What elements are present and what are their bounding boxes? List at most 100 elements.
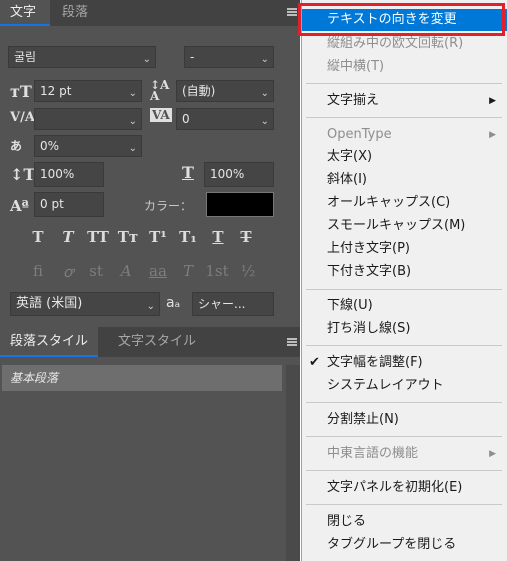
tracking-field[interactable]: 0 ⌄ (176, 108, 274, 130)
ordinals-icon: 1st (205, 262, 229, 280)
small-caps-icon[interactable]: Tт (116, 228, 140, 246)
menu-item-superscript[interactable]: 上付き文字(P) (302, 238, 507, 260)
titling-icon: T (182, 262, 193, 280)
underline-icon[interactable]: T (208, 228, 228, 246)
menu-separator (306, 345, 502, 346)
menu-item-fractional-widths[interactable]: ✔ 文字幅を調整(F) (302, 352, 507, 374)
tab-character[interactable]: 文字 (0, 0, 50, 26)
context-menu: テキストの向きを変更 縦組み中の欧文回転(R) 縦中横(T) 文字揃え ▶ Ope… (301, 0, 507, 561)
menu-item-alignment[interactable]: 文字揃え ▶ (302, 90, 507, 112)
menu-item-underline[interactable]: 下線(U) (302, 295, 507, 317)
font-size-value: 12 pt (40, 84, 72, 98)
styles-menu-icon[interactable] (287, 338, 297, 346)
chevron-down-icon: ⌄ (260, 116, 269, 127)
font-style-select[interactable]: - ⌄ (184, 46, 274, 68)
leading-field[interactable]: (自動) ⌄ (176, 80, 274, 102)
menu-item-label: システムレイアウト (327, 378, 444, 393)
menu-item-small-caps[interactable]: スモールキャップス(M) (302, 215, 507, 237)
menu-separator (306, 504, 502, 505)
chevron-down-icon: ⌄ (260, 54, 269, 65)
vertical-scale-icon: ↕T (10, 165, 36, 184)
color-label: カラー： (144, 199, 193, 213)
tsume-field[interactable]: 0% ⌄ (34, 135, 142, 157)
color-swatch[interactable] (206, 192, 274, 217)
stylistic-alternates-icon: aa (149, 262, 167, 280)
menu-item-close-tab-group[interactable]: タブグループを閉じる (302, 534, 507, 556)
menu-item-reset-character[interactable]: 文字パネルを初期化(E) (302, 477, 507, 499)
strikethrough-icon[interactable]: T (236, 228, 256, 246)
menu-item-tate-chu-yoko: 縦中横(T) (302, 56, 507, 78)
submenu-arrow-icon: ▶ (489, 96, 496, 106)
tab-paragraph[interactable]: 段落 (52, 0, 98, 26)
kerning-icon: V/A (10, 110, 35, 125)
chevron-down-icon: ⌄ (142, 54, 151, 65)
tracking-icon: VA (150, 108, 172, 122)
menu-item-rotate-roman: 縦組み中の欧文回転(R) (302, 33, 507, 55)
vertical-scale-value: 100% (40, 167, 75, 181)
vertical-scale-field[interactable]: 100% (34, 162, 104, 187)
paragraph-style-list: 基本段落 (0, 357, 300, 561)
font-style-value: - (190, 50, 195, 64)
ligature-icon: fi (32, 262, 43, 280)
horizontal-scale-value: 100% (210, 167, 245, 181)
menu-separator (306, 436, 502, 437)
list-item[interactable]: 基本段落 (2, 365, 282, 391)
faux-italic-icon[interactable]: T (58, 228, 78, 246)
subscript-icon[interactable]: T₁ (178, 228, 198, 246)
all-caps-icon[interactable]: TT (84, 228, 112, 246)
baseline-shift-value: 0 pt (40, 197, 64, 211)
menu-item-label: タブグループを閉じる (327, 537, 457, 552)
menu-item-opentype: OpenType ▶ (302, 124, 507, 146)
checkmark-icon: ✔ (309, 355, 320, 370)
language-select[interactable]: 英語 (米国) ⌄ (10, 292, 160, 316)
menu-item-close[interactable]: 閉じる (302, 511, 507, 533)
menu-item-system-layout[interactable]: システムレイアウト (302, 375, 507, 397)
menu-item-change-text-orientation[interactable]: テキストの向きを変更 (302, 9, 507, 31)
panel-tabbar: 文字 段落 (0, 0, 300, 26)
menu-item-label: スモールキャップス(M) (327, 218, 466, 233)
menu-item-label: 斜体(I) (327, 172, 367, 187)
tab-character-styles[interactable]: 文字スタイル (108, 327, 206, 357)
menu-item-label: 文字幅を調整(F) (327, 355, 423, 370)
menu-item-no-break[interactable]: 分割禁止(N) (302, 409, 507, 431)
horizontal-scale-field[interactable]: 100% (204, 162, 274, 187)
scrollbar[interactable] (286, 365, 300, 561)
panel-menu-icon[interactable] (287, 8, 297, 16)
leading-value: (自動) (182, 84, 216, 98)
menu-item-label: 縦中横(T) (327, 59, 385, 74)
menu-item-label: 下線(U) (327, 298, 373, 313)
tracking-value: 0 (182, 112, 190, 126)
faux-bold-icon[interactable]: T (28, 228, 48, 246)
kerning-field[interactable]: ⌄ (34, 108, 142, 130)
menu-item-label: OpenType (327, 127, 392, 142)
menu-item-all-caps[interactable]: オールキャップス(C) (302, 192, 507, 214)
character-panel: 文字 段落 굴림 ⌄ - ⌄ ᴛT 12 pt ⌄ ↕A A (自動) ⌄ V/A… (0, 0, 300, 561)
menu-item-label: 文字パネルを初期化(E) (327, 480, 463, 495)
menu-item-strikethrough[interactable]: 打ち消し線(S) (302, 318, 507, 340)
menu-item-label: 中東言語の機能 (327, 446, 419, 461)
discretionary-ligature-icon: st (89, 262, 103, 280)
menu-separator (306, 289, 502, 290)
tab-paragraph-styles[interactable]: 段落スタイル (0, 327, 99, 357)
chevron-down-icon: ⌄ (260, 88, 269, 99)
menu-item-bold[interactable]: 太字(X) (302, 146, 507, 168)
font-family-value: 굴림 (14, 50, 37, 64)
tsume-value: 0% (40, 139, 60, 153)
menu-item-label: 縦組み中の欧文回転(R) (327, 36, 464, 51)
menu-item-italic[interactable]: 斜体(I) (302, 169, 507, 191)
chevron-down-icon: ⌄ (128, 116, 137, 127)
anti-alias-icon: aₐ (166, 295, 181, 311)
menu-item-label: テキストの向きを変更 (327, 12, 457, 27)
chevron-down-icon: ⌄ (146, 301, 155, 312)
language-value: 英語 (米国) (16, 296, 83, 311)
menu-item-label: 上付き文字(P) (327, 241, 410, 256)
menu-item-subscript[interactable]: 下付き文字(B) (302, 261, 507, 283)
font-family-select[interactable]: 굴림 ⌄ (8, 46, 156, 68)
anti-alias-select[interactable]: シャー... (192, 292, 274, 316)
horizontal-scale-icon: T (182, 163, 194, 182)
font-size-icon: ᴛT (10, 82, 32, 101)
menu-item-label: 閉じる (327, 514, 367, 529)
font-size-field[interactable]: 12 pt ⌄ (34, 80, 142, 102)
baseline-shift-field[interactable]: 0 pt (34, 192, 104, 217)
superscript-icon[interactable]: T¹ (148, 228, 168, 246)
